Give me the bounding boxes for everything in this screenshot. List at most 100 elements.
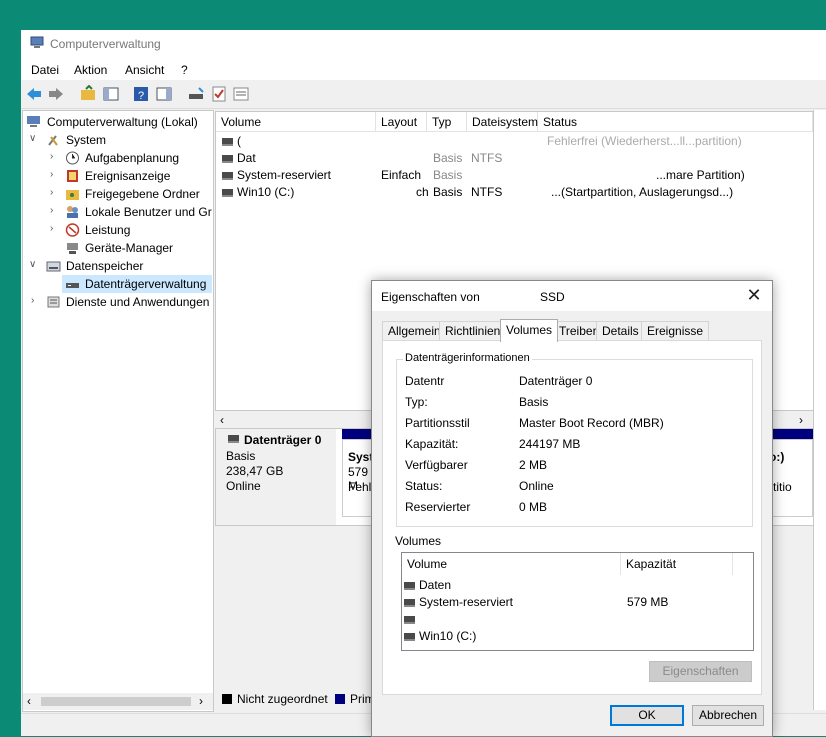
performance-icon bbox=[65, 223, 80, 237]
disk-info[interactable]: Datenträger 0 Basis 238,47 GB Online bbox=[216, 429, 336, 525]
drive-icon bbox=[222, 155, 233, 163]
disk-properties-icon[interactable] bbox=[187, 85, 205, 103]
volume-status: ...(Startpartition, Auslagerungsd...) bbox=[551, 185, 734, 199]
info-value: 244197 MB bbox=[519, 437, 581, 451]
tree-geraete-manager[interactable]: Geräte-Manager bbox=[85, 239, 173, 257]
tree-lokale-benutzer[interactable]: Lokale Benutzer und Gr bbox=[85, 203, 212, 221]
disk-state: Online bbox=[226, 479, 261, 493]
list-item[interactable]: Win10 (C:) bbox=[402, 628, 753, 645]
tree-freigegebene-ordner[interactable]: Freigegebene Ordner bbox=[85, 185, 200, 203]
tab-richtlinien[interactable]: Richtlinien bbox=[439, 321, 507, 340]
info-key: Kapazität: bbox=[405, 437, 459, 451]
back-arrow-icon[interactable] bbox=[25, 85, 43, 103]
chevron-right-icon[interactable]: › bbox=[50, 151, 53, 162]
forward-arrow-icon[interactable] bbox=[47, 85, 65, 103]
table-row[interactable]: ( Fehlerfrei (Wiederherst...ll...partiti… bbox=[216, 133, 813, 150]
volume-status: Fehlerfrei (Wiederherst...ll...partition… bbox=[547, 134, 742, 148]
dialog-title: Eigenschaften von bbox=[381, 290, 480, 304]
volumes-panel: Datenträgerinformationen Datentr Datentr… bbox=[382, 340, 762, 695]
properties-button[interactable]: Eigenschaften bbox=[649, 661, 752, 682]
volume-name: System-reserviert bbox=[237, 168, 332, 182]
menu-aktion[interactable]: Aktion bbox=[74, 63, 107, 77]
partition-bar bbox=[766, 429, 813, 439]
tab-details[interactable]: Details bbox=[596, 321, 645, 340]
volumes-label: Volumes bbox=[395, 534, 442, 548]
dialog-tabs: Allgemein Richtlinien Volumes Treiber De… bbox=[382, 319, 762, 342]
tab-volumes[interactable]: Volumes bbox=[500, 319, 559, 342]
menu-ansicht[interactable]: Ansicht bbox=[125, 63, 164, 77]
list-item[interactable]: Daten bbox=[402, 577, 753, 594]
scroll-thumb[interactable] bbox=[41, 697, 191, 706]
col-status[interactable]: Status bbox=[538, 112, 813, 132]
chevron-right-icon[interactable]: › bbox=[50, 205, 53, 216]
disk-type: Basis bbox=[226, 449, 256, 463]
storage-icon bbox=[46, 261, 61, 272]
drive-icon bbox=[404, 581, 415, 590]
help-icon[interactable]: ? bbox=[132, 85, 150, 103]
tree-dienste[interactable]: Dienste und Anwendungen bbox=[66, 293, 209, 311]
drive-icon bbox=[404, 632, 415, 641]
chevron-right-icon[interactable]: › bbox=[50, 223, 53, 234]
volume-fs: NTFS bbox=[471, 185, 503, 199]
volume-name: Win10 (C:) bbox=[419, 629, 477, 643]
properties-dialog: Eigenschaften von SSD ✕ Allgemein Richtl… bbox=[371, 280, 773, 737]
action-pane-icon[interactable] bbox=[155, 85, 173, 103]
tab-ereignisse[interactable]: Ereignisse bbox=[641, 321, 710, 340]
close-icon[interactable]: ✕ bbox=[744, 285, 764, 306]
volume-name: System-reserviert bbox=[419, 595, 514, 609]
partition-win10[interactable]: o:) rtitio bbox=[766, 439, 813, 517]
chevron-down-icon[interactable]: ∨ bbox=[29, 133, 36, 144]
menu-bar: Datei Aktion Ansicht ? bbox=[21, 58, 826, 80]
menu-datei[interactable]: Datei bbox=[31, 63, 59, 77]
tools-icon bbox=[48, 135, 58, 146]
title-bar: Computerverwaltung bbox=[21, 30, 826, 58]
scroll-right-icon[interactable]: › bbox=[799, 413, 803, 427]
col-volume[interactable]: Volume bbox=[216, 112, 376, 132]
svg-text:?: ? bbox=[138, 90, 144, 102]
tree-leistung[interactable]: Leistung bbox=[85, 221, 130, 239]
list-item[interactable]: System-reserviert 579 MB bbox=[402, 594, 753, 611]
table-row[interactable]: System-reserviert Einfach Basis ...mare … bbox=[216, 167, 813, 184]
volume-capacity: 579 MB bbox=[627, 595, 669, 609]
tree-datenspeicher[interactable]: Datenspeicher bbox=[66, 257, 143, 275]
partition-system-reserved[interactable]: Syst 579 M Fehle bbox=[342, 439, 378, 517]
table-row[interactable]: Dat Basis NTFS bbox=[216, 150, 813, 167]
scroll-left-icon[interactable]: ‹ bbox=[220, 413, 224, 427]
col-volume[interactable]: Volume bbox=[402, 553, 621, 575]
disk-management-icon bbox=[66, 283, 79, 288]
tree-root[interactable]: Computerverwaltung (Lokal) bbox=[47, 113, 198, 131]
tree-system[interactable]: System bbox=[66, 131, 106, 149]
check-icon[interactable] bbox=[210, 85, 228, 103]
info-value: 2 MB bbox=[519, 458, 548, 472]
scroll-left-icon[interactable]: ‹ bbox=[27, 694, 31, 708]
up-folder-icon[interactable] bbox=[79, 85, 97, 103]
volume-status: ...mare Partition) bbox=[656, 168, 745, 182]
col-dateisystem[interactable]: Dateisystem bbox=[467, 112, 538, 132]
dialog-title-bar: Eigenschaften von SSD ✕ bbox=[372, 281, 772, 311]
legend-unassigned-swatch bbox=[222, 694, 232, 704]
volumes-list: Volume Kapazität Daten System-reserviert… bbox=[401, 552, 754, 651]
cancel-button[interactable]: Abbrechen bbox=[692, 705, 764, 726]
ok-button[interactable]: OK bbox=[610, 705, 684, 726]
table-row[interactable]: Win10 (C:) ch Basis NTFS ...(Startpartit… bbox=[216, 184, 813, 201]
col-typ[interactable]: Typ bbox=[427, 112, 467, 132]
tree-aufgabenplanung[interactable]: Aufgabenplanung bbox=[85, 149, 179, 167]
chevron-down-icon[interactable]: ∨ bbox=[29, 259, 36, 270]
menu-help[interactable]: ? bbox=[181, 63, 188, 77]
list-item[interactable] bbox=[402, 611, 753, 628]
col-layout[interactable]: Layout bbox=[376, 112, 427, 132]
tab-allgemein[interactable]: Allgemein bbox=[382, 321, 447, 340]
tree-datentraegerverwaltung[interactable]: Datenträgerverwaltung bbox=[85, 275, 206, 293]
tree-hscrollbar[interactable]: ‹ › bbox=[23, 693, 213, 710]
col-kapazitaet[interactable]: Kapazität bbox=[621, 553, 733, 575]
show-tree-icon[interactable] bbox=[102, 85, 120, 103]
chevron-right-icon[interactable]: › bbox=[50, 187, 53, 198]
scroll-right-icon[interactable]: › bbox=[199, 694, 203, 708]
disk-name: Datenträger 0 bbox=[244, 433, 322, 447]
chevron-right-icon[interactable]: › bbox=[31, 295, 34, 306]
actions-pane bbox=[813, 110, 826, 710]
list-view-icon[interactable] bbox=[232, 85, 250, 103]
chevron-right-icon[interactable]: › bbox=[50, 169, 53, 180]
tree-ereignisanzeige[interactable]: Ereignisanzeige bbox=[85, 167, 170, 185]
clock-icon bbox=[66, 151, 79, 165]
